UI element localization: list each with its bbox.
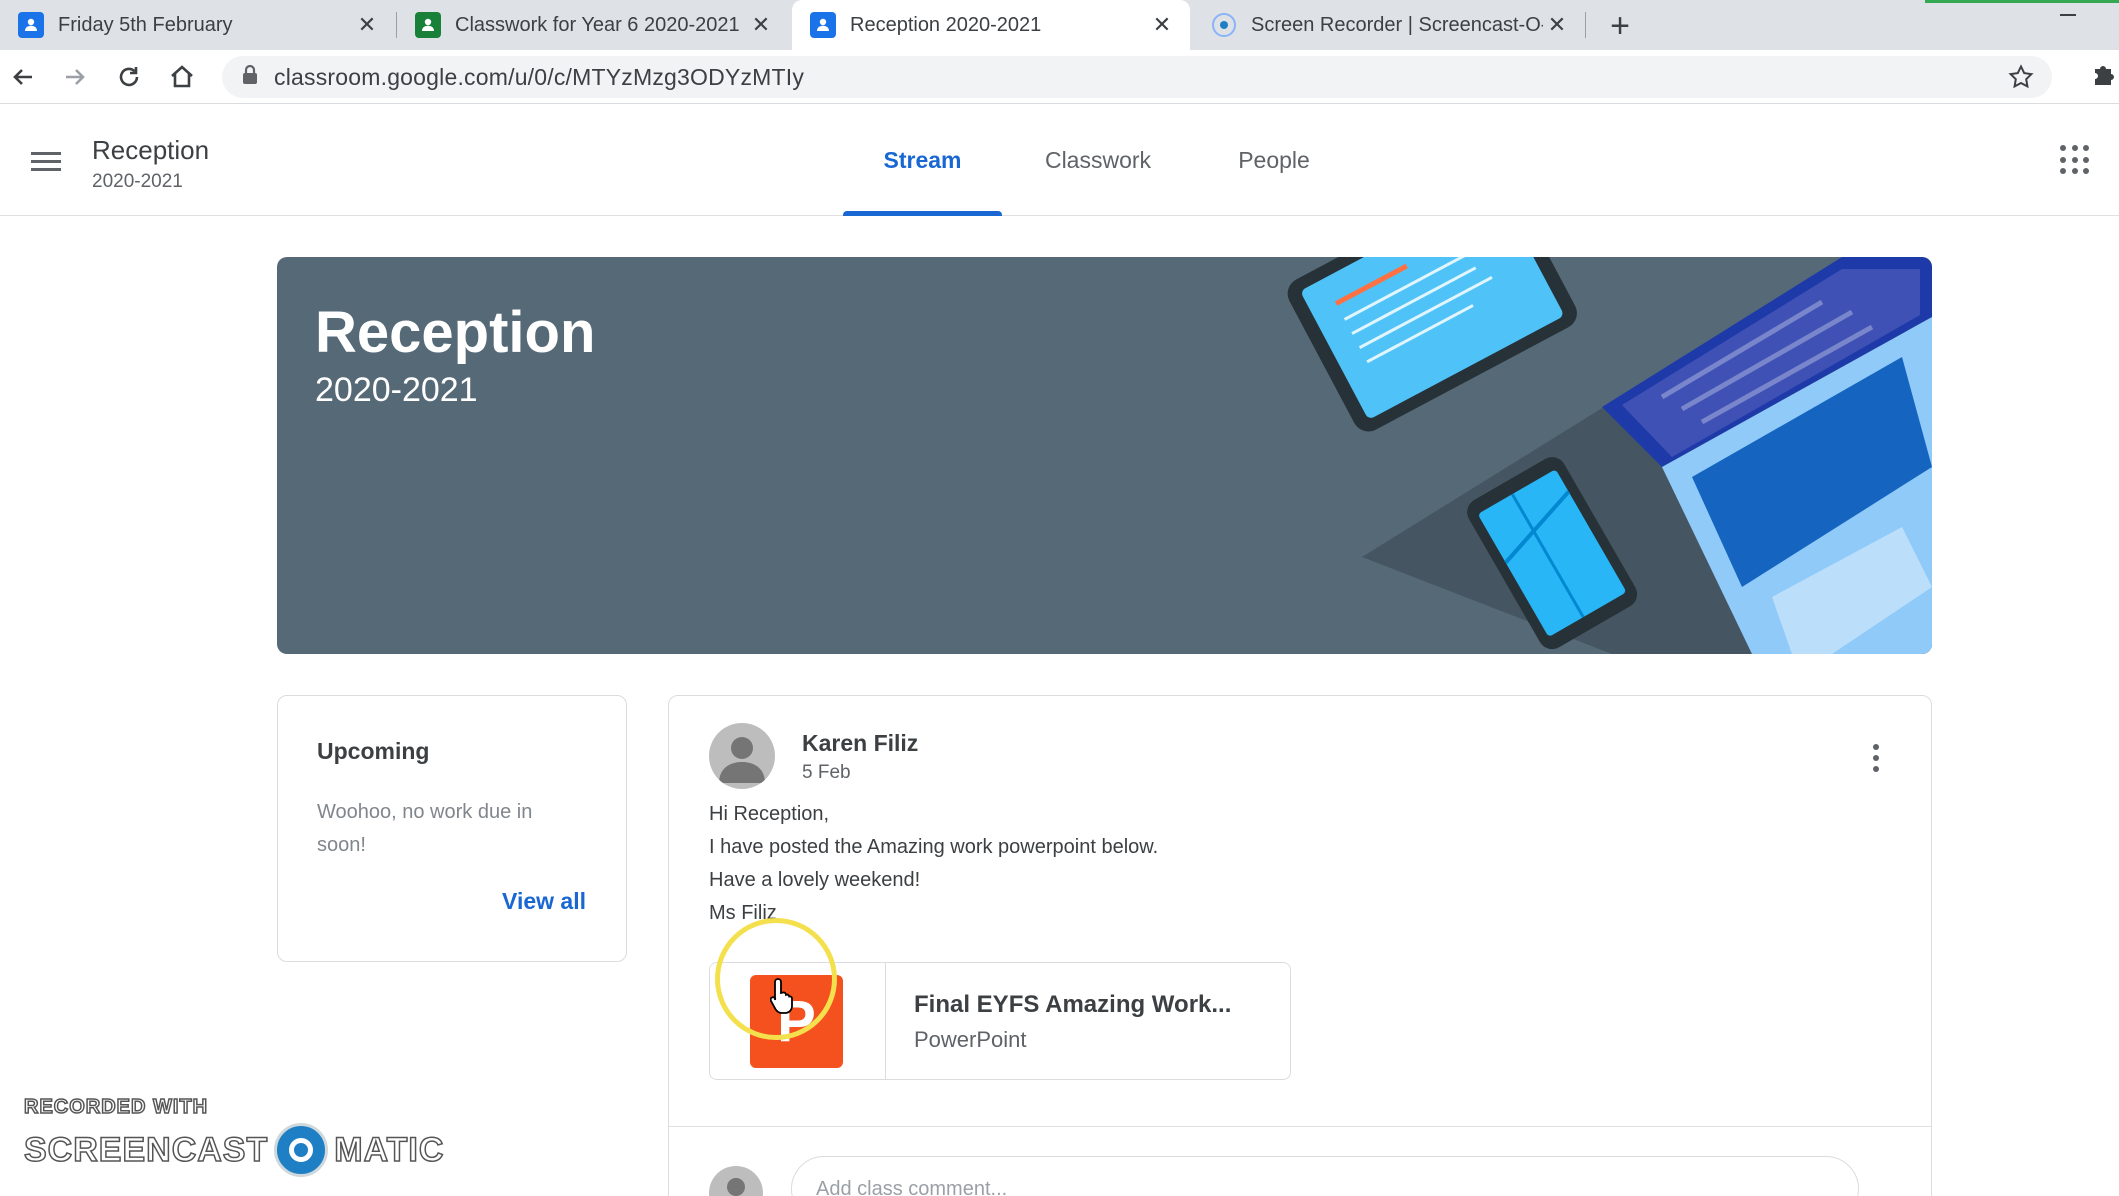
banner-subtitle: 2020-2021 xyxy=(315,371,478,409)
tab-title: Reception 2020-2021 xyxy=(850,13,1042,36)
classroom-favicon-icon xyxy=(18,12,44,38)
classroom-favicon-icon xyxy=(810,12,836,38)
post-line: Hi Reception, xyxy=(709,803,830,825)
banner-title: Reception xyxy=(315,300,596,365)
more-options-icon[interactable] xyxy=(1861,736,1891,780)
browser-toolbar: classroom.google.com/u/0/c/MTYzMzg3ODYzM… xyxy=(0,50,2119,104)
google-apps-icon[interactable] xyxy=(2060,145,2090,175)
screencast-watermark: RECORDED WITH SCREENCAST MATIC xyxy=(23,1095,445,1177)
class-name[interactable]: Reception xyxy=(92,135,209,166)
close-icon[interactable]: ✕ xyxy=(1543,11,1571,39)
class-comment-input[interactable]: Add class comment... xyxy=(791,1156,1859,1196)
recording-indicator xyxy=(1925,0,2119,3)
author-name: Karen Filiz xyxy=(802,730,919,756)
close-icon[interactable]: ✕ xyxy=(1148,11,1176,39)
address-bar[interactable]: classroom.google.com/u/0/c/MTYzMzg3ODYzM… xyxy=(222,56,2052,98)
watermark-recorded: RECORDED WITH xyxy=(23,1095,209,1119)
attachment-title[interactable]: Final EYFS Amazing Work... xyxy=(914,991,1231,1019)
announcement-card: Karen Filiz 5 Feb Hi Reception, I have p… xyxy=(668,695,1932,1196)
screencast-logo-icon xyxy=(274,1123,329,1177)
screencast-favicon-icon xyxy=(1211,12,1237,38)
view-all-link[interactable]: View all xyxy=(502,888,586,915)
tab-people[interactable]: People xyxy=(1200,105,1348,216)
reload-icon[interactable] xyxy=(110,58,148,96)
attachment-type: PowerPoint xyxy=(914,1027,1027,1052)
browser-tab-reception[interactable]: Reception 2020-2021 ✕ xyxy=(792,0,1190,50)
upcoming-card: Upcoming Woohoo, no work due in soon! Vi… xyxy=(277,695,627,962)
close-icon[interactable]: ✕ xyxy=(747,11,775,39)
upcoming-message: Woohoo, no work due in soon! xyxy=(317,801,533,856)
new-tab-button[interactable]: + xyxy=(1600,6,1640,46)
forward-icon[interactable] xyxy=(56,58,94,96)
main-menu-icon[interactable] xyxy=(28,143,64,179)
watermark-left-word: SCREENCAST xyxy=(23,1130,269,1170)
browser-tab-bar: Friday 5th February ✕ Classwork for Year… xyxy=(0,0,2119,50)
tab-classwork[interactable]: Classwork xyxy=(1018,105,1178,216)
laptop-tablet-illustration xyxy=(1287,257,1932,654)
tab-separator xyxy=(1585,12,1586,38)
extension-puzzle-icon[interactable] xyxy=(2090,60,2118,93)
avatar xyxy=(709,723,775,789)
classroom-favicon-icon xyxy=(415,12,441,38)
tab-title: Classwork for Year 6 2020-2021 xyxy=(455,13,740,36)
class-section: 2020-2021 xyxy=(92,171,183,192)
browser-tab-screen-recorder[interactable]: Screen Recorder | Screencast-O-M ✕ xyxy=(1193,0,1585,50)
browser-tab-friday[interactable]: Friday 5th February ✕ xyxy=(0,0,395,50)
post-text: Hi Reception, I have posted the Amazing … xyxy=(709,798,1158,930)
bookmark-star-icon[interactable] xyxy=(2008,64,2034,95)
home-icon[interactable] xyxy=(163,58,201,96)
classroom-header: Reception 2020-2021 Stream Classwork Peo… xyxy=(0,105,2119,216)
close-icon[interactable]: ✕ xyxy=(353,11,381,39)
tab-title: Friday 5th February xyxy=(58,13,233,36)
avatar xyxy=(709,1166,763,1196)
divider xyxy=(669,1126,1931,1127)
hand-cursor-icon xyxy=(770,978,793,1014)
post-date: 5 Feb xyxy=(802,762,851,783)
back-icon[interactable] xyxy=(4,58,42,96)
post-line: Have a lovely weekend! xyxy=(709,869,921,891)
post-line: I have posted the Amazing work powerpoin… xyxy=(709,836,1159,858)
browser-tab-classwork[interactable]: Classwork for Year 6 2020-2021 ✕ xyxy=(397,0,789,50)
lock-icon xyxy=(242,64,258,90)
tab-stream[interactable]: Stream xyxy=(843,105,1002,216)
minimize-button[interactable] xyxy=(2048,0,2088,30)
screen: Friday 5th February ✕ Classwork for Year… xyxy=(0,0,2119,1196)
upcoming-title: Upcoming xyxy=(317,738,430,764)
watermark-right-word: MATIC xyxy=(333,1130,445,1170)
url-text: classroom.google.com/u/0/c/MTYzMzg3ODYzM… xyxy=(274,63,805,90)
class-banner: Reception 2020-2021 xyxy=(277,257,1932,654)
tab-title: Screen Recorder | Screencast-O-M xyxy=(1251,13,1543,36)
comment-placeholder: Add class comment... xyxy=(816,1177,1008,1196)
